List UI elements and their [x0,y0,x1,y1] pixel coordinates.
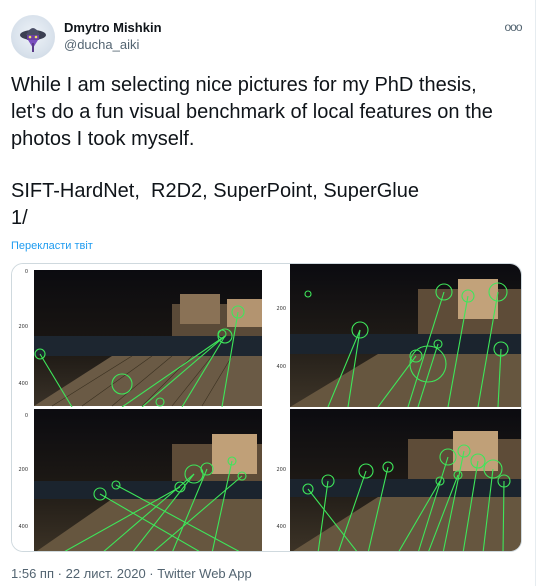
display-name[interactable]: Dmytro Mishkin [64,20,162,35]
y-tick: 200 [18,324,28,330]
tweet-metadata: 1:56 пп · 22 лист. 2020 · Twitter Web Ap… [11,566,252,581]
tweet-line: 1/ [11,207,28,229]
y-tick: 400 [276,524,286,530]
tweet-text: While I am selecting nice pictures for m… [11,72,527,232]
y-tick: 200 [276,467,286,473]
media-image-r2d2[interactable]: 200 400 [268,264,521,407]
y-tick: 0 [25,413,28,419]
tweet-line: let's do a fun visual benchmark of local… [11,101,493,123]
y-tick: 400 [18,381,28,387]
tweet-line: While I am selecting nice pictures for m… [11,74,477,96]
tweet-time[interactable]: 1:56 пп [11,566,54,581]
media-image-superpoint[interactable]: 0 200 400 [12,409,266,551]
tweet: Dmytro Mishkin @ducha_aiki ooo While I a… [0,0,536,586]
tweet-line: photos I took myself. [11,128,195,150]
user-handle[interactable]: @ducha_aiki [64,37,139,52]
avatar-hat-icon [20,28,46,52]
media-grid: 0 200 400 200 400 0 200 400 200 400 [11,263,522,552]
y-tick: 400 [18,524,28,530]
y-tick: 400 [276,364,286,370]
avatar[interactable] [11,15,55,59]
tweet-date[interactable]: 22 лист. 2020 [66,566,146,581]
media-image-superglue[interactable]: 200 400 [268,409,521,551]
separator: · [149,566,154,581]
tweet-line: SIFT-HardNet, R2D2, SuperPoint, SuperGlu… [11,180,419,202]
translate-tweet-link[interactable]: Перекласти твіт [11,240,93,252]
more-options-icon[interactable]: ooo [503,20,523,34]
y-tick: 0 [25,269,28,275]
tweet-source[interactable]: Twitter Web App [157,566,251,581]
media-image-sift-hardnet[interactable]: 0 200 400 [12,264,266,407]
separator: · [57,566,62,581]
y-tick: 200 [276,306,286,312]
y-tick: 200 [18,467,28,473]
